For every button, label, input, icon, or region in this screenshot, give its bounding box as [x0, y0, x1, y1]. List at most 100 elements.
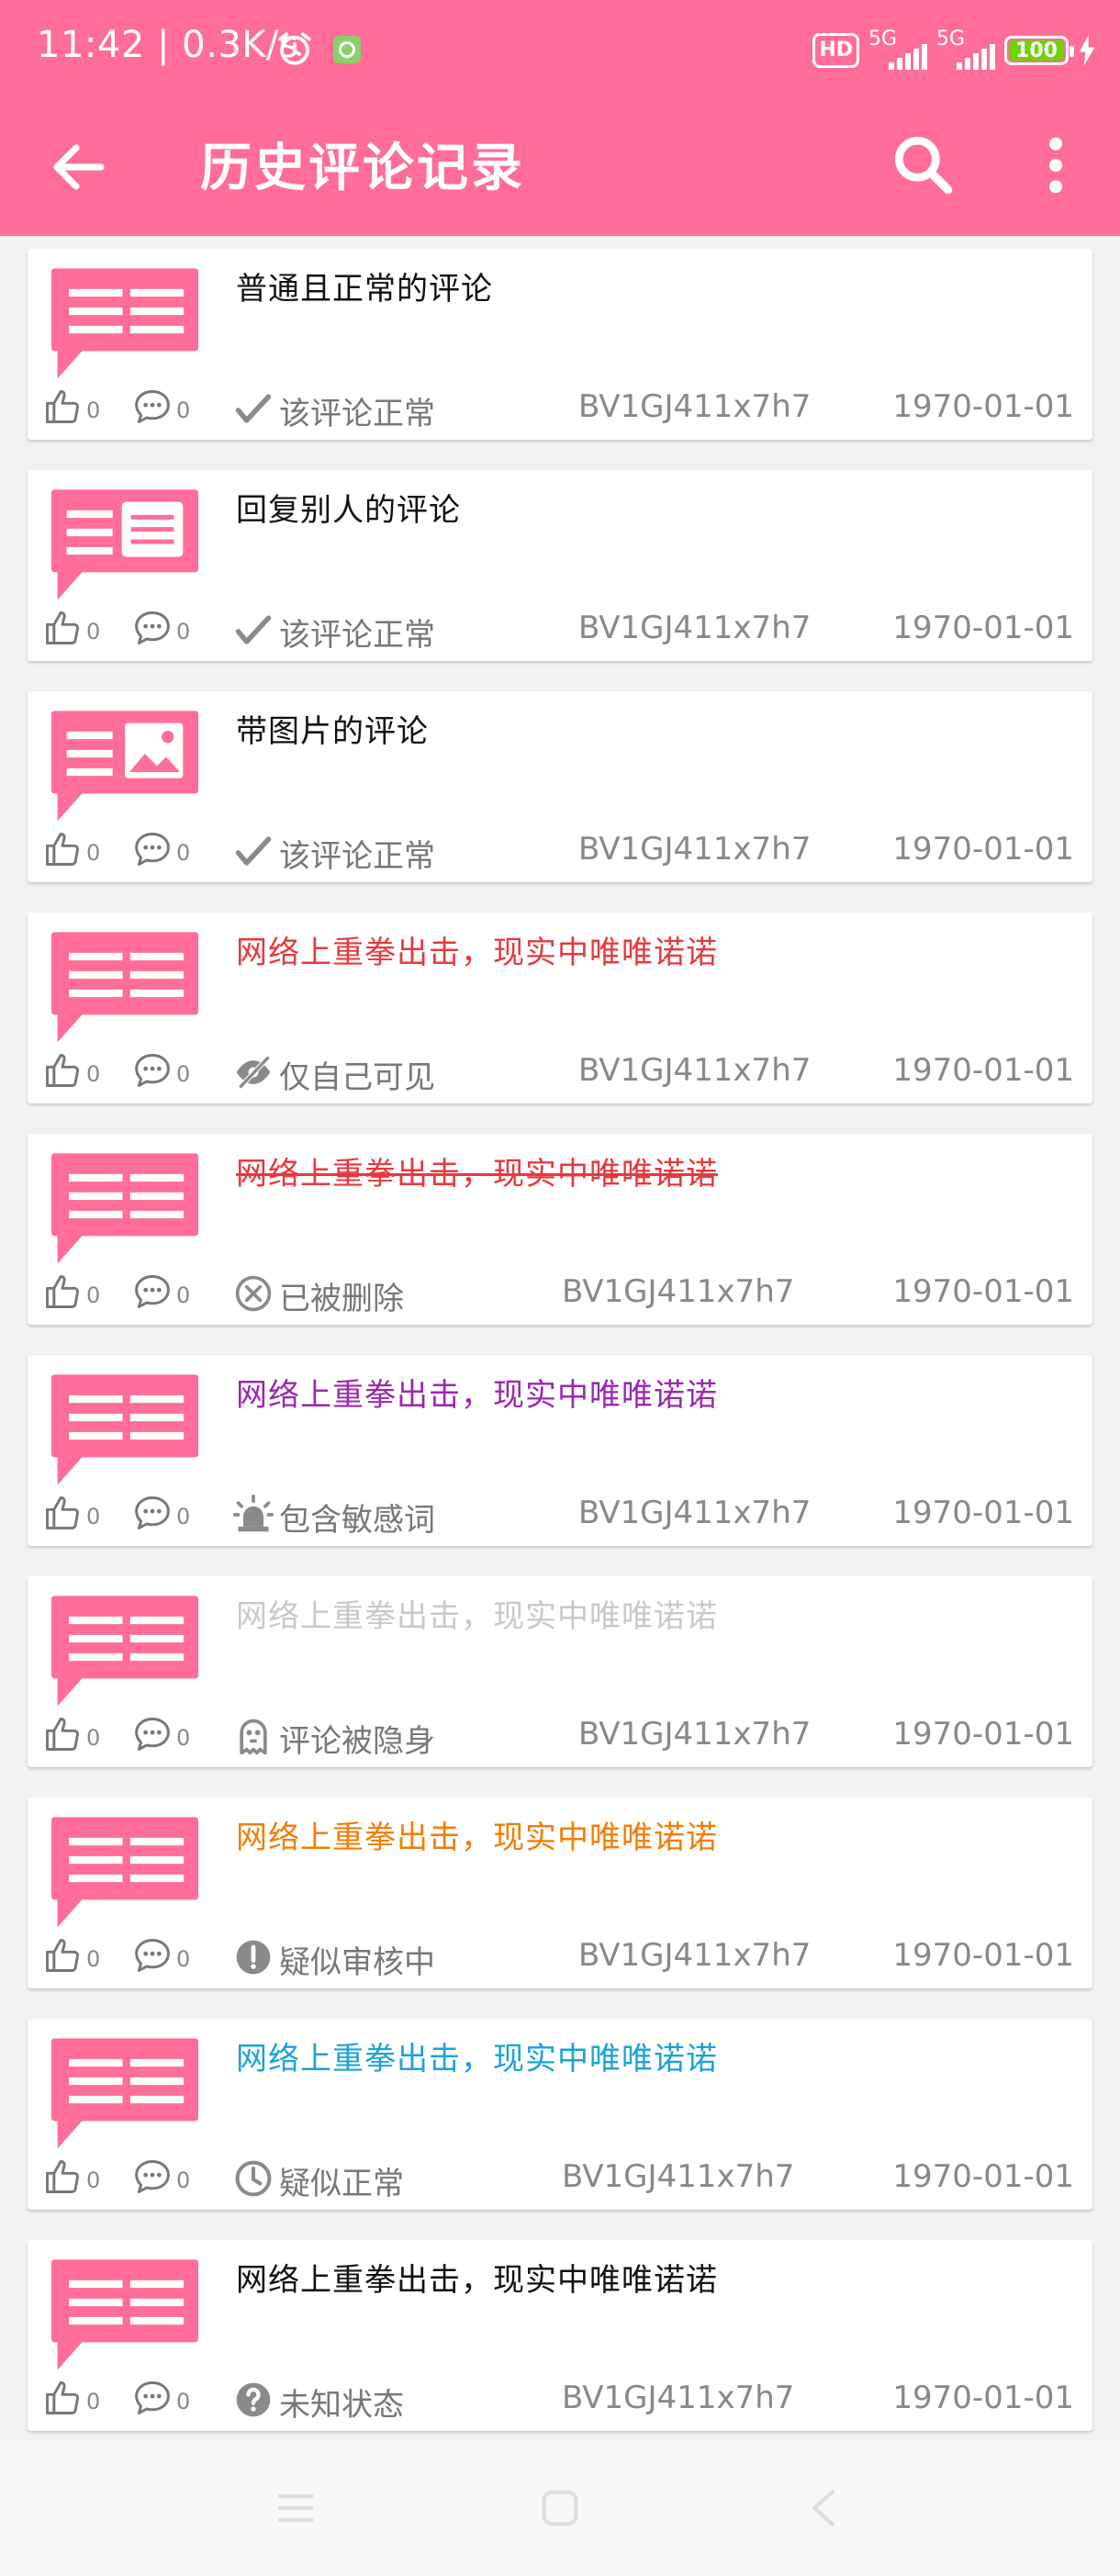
video-bvid[interactable]: BV1GJ411x7h7 [578, 1937, 811, 1974]
comment-type-list-icon [44, 1593, 206, 1712]
reply-count: 0 [176, 1282, 191, 1308]
comment-card[interactable]: 网络上重拳出击，现实中唯唯诺诺 0 0 包含敏感词 BV1GJ411x7h7 1970-0… [28, 1355, 1092, 1546]
hd-badge: HD [812, 33, 859, 68]
thumbs-up-icon[interactable] [42, 829, 83, 869]
comment-meta: 0 0 未知状态 BV1GJ411x7h7 1970-01-01 [42, 2376, 1089, 2424]
status-check-icon [233, 610, 274, 650]
video-bvid[interactable]: BV1GJ411x7h7 [578, 388, 811, 425]
signal-sim2-icon: 5G [936, 28, 995, 72]
thumbs-up-icon[interactable] [42, 386, 83, 427]
comment-meta: 0 0 该评论正常 BV1GJ411x7h7 1970-01-01 [42, 606, 1089, 654]
thumbs-up-icon[interactable] [42, 1493, 83, 1533]
comment-text: 回复别人的评论 [236, 492, 461, 529]
search-icon[interactable] [887, 129, 960, 202]
back-triangle-icon[interactable] [801, 2484, 848, 2532]
comment-card[interactable]: 回复别人的评论 0 0 该评论正常 BV1GJ411x7h7 1970-01-01 [28, 470, 1092, 661]
thumbs-up-icon[interactable] [42, 2378, 83, 2418]
thumbs-up-icon[interactable] [42, 1050, 83, 1091]
video-bvid[interactable]: BV1GJ411x7h7 [578, 1495, 811, 1531]
status-eye-off-icon [233, 1052, 274, 1092]
comment-card[interactable]: 普通且正常的评论 0 0 该评论正常 BV1GJ411x7h7 1970-01-01 [28, 249, 1092, 440]
thumbs-up-icon[interactable] [42, 608, 83, 648]
comment-card[interactable]: 带图片的评论 0 0 该评论正常 BV1GJ411x7h7 1970-01-01 [28, 691, 1092, 882]
arrow-left-icon[interactable] [46, 134, 112, 200]
reply-icon[interactable] [132, 829, 173, 869]
comment-date: 1970-01-01 [892, 1273, 1074, 1310]
comment-meta: 0 0 仅自己可见 BV1GJ411x7h7 1970-01-01 [42, 1048, 1089, 1096]
comment-type-list-icon [44, 1814, 206, 1933]
status-right: HD 5G 5G 100 [812, 28, 1096, 73]
reply-count: 0 [176, 2389, 191, 2414]
video-bvid[interactable]: BV1GJ411x7h7 [578, 1716, 811, 1753]
battery-icon: 100 [1004, 36, 1074, 65]
comment-text: 网络上重拳出击，现实中唯唯诺诺 [236, 1820, 718, 1856]
comment-type-image-icon [44, 708, 206, 827]
thumbs-up-icon[interactable] [42, 1271, 83, 1312]
comment-date: 1970-01-01 [892, 2158, 1074, 2195]
reply-count: 0 [176, 1725, 191, 1751]
menu-icon[interactable] [272, 2484, 319, 2532]
reply-count: 0 [176, 2167, 191, 2193]
reply-icon[interactable] [132, 608, 173, 648]
comment-date: 1970-01-01 [892, 1052, 1074, 1089]
status-text: 疑似正常 [279, 2166, 404, 2202]
comment-date: 1970-01-01 [892, 1937, 1074, 1974]
comment-text: 网络上重拳出击，现实中唯唯诺诺 [236, 1598, 718, 1635]
comment-meta: 0 0 已被删除 BV1GJ411x7h7 1970-01-01 [42, 1270, 1089, 1317]
comment-date: 1970-01-01 [892, 610, 1074, 646]
like-count: 0 [86, 1061, 101, 1087]
comment-text: 带图片的评论 [236, 713, 429, 750]
page-title: 历史评论记录 [200, 139, 525, 198]
comment-card[interactable]: 网络上重拳出击，现实中唯唯诺诺 0 0 评论被隐身 BV1GJ411x7h7 1970-0… [28, 1576, 1092, 1767]
comment-text: 普通且正常的评论 [236, 271, 493, 308]
comment-meta: 0 0 疑似正常 BV1GJ411x7h7 1970-01-01 [42, 2155, 1089, 2202]
video-bvid[interactable]: BV1GJ411x7h7 [578, 1052, 811, 1089]
reply-icon[interactable] [132, 1714, 173, 1754]
video-bvid[interactable]: BV1GJ411x7h7 [562, 1273, 794, 1310]
like-count: 0 [86, 840, 101, 866]
alarm-icon [278, 32, 311, 65]
status-text: 未知状态 [279, 2387, 404, 2424]
video-bvid[interactable]: BV1GJ411x7h7 [562, 2158, 794, 2195]
video-bvid[interactable]: BV1GJ411x7h7 [578, 610, 811, 646]
reply-icon[interactable] [132, 2156, 173, 2197]
video-bvid[interactable]: BV1GJ411x7h7 [562, 2380, 794, 2416]
reply-count: 0 [176, 619, 191, 644]
like-count: 0 [86, 1946, 101, 1972]
video-bvid[interactable]: BV1GJ411x7h7 [578, 831, 811, 868]
more-vertical-icon[interactable] [1019, 129, 1092, 202]
status-text: 该评论正常 [279, 838, 435, 875]
comment-type-list-icon [44, 2035, 206, 2155]
reply-icon[interactable] [132, 386, 173, 427]
like-count: 0 [86, 619, 101, 644]
reply-icon[interactable] [132, 1271, 173, 1312]
thumbs-up-icon[interactable] [42, 1935, 83, 1976]
comment-date: 1970-01-01 [892, 831, 1074, 868]
reply-icon[interactable] [132, 1050, 173, 1091]
home-square-icon[interactable] [536, 2484, 584, 2532]
comment-card[interactable]: 网络上重拳出击，现实中唯唯诺诺 0 0 疑似审核中 BV1GJ411x7h7 1970-0… [28, 1798, 1092, 1988]
thumbs-up-icon[interactable] [42, 2156, 83, 2197]
comment-meta: 0 0 该评论正常 BV1GJ411x7h7 1970-01-01 [42, 385, 1089, 432]
comment-meta: 0 0 疑似审核中 BV1GJ411x7h7 1970-01-01 [42, 1933, 1089, 1981]
thumbs-up-icon[interactable] [42, 1714, 83, 1754]
status-text: 已被删除 [279, 1281, 404, 1317]
reply-icon[interactable] [132, 1935, 173, 1976]
reply-icon[interactable] [132, 2378, 173, 2418]
status-clock-icon [233, 2158, 274, 2199]
comment-type-list-icon [44, 2257, 206, 2376]
like-count: 0 [86, 398, 101, 423]
comment-type-list-icon [44, 929, 206, 1048]
reply-icon[interactable] [132, 1493, 173, 1533]
like-count: 0 [86, 1504, 101, 1529]
comment-meta: 0 0 该评论正常 BV1GJ411x7h7 1970-01-01 [42, 827, 1089, 875]
app-bar: 11:42 | 0.3K/s HD 5G 5G 100 历史评论记录 [0, 0, 1120, 236]
status-text: 评论被隐身 [279, 1723, 435, 1760]
comment-card[interactable]: 网络上重拳出击，现实中唯唯诺诺 0 0 仅自己可见 BV1GJ411x7h7 1970-0… [28, 913, 1092, 1103]
system-navigation-bar [0, 2440, 1120, 2576]
comment-card[interactable]: 网络上重拳出击，现实中唯唯诺诺 0 0 已被删除 BV1GJ411x7h7 1970-01… [28, 1134, 1092, 1325]
comment-card[interactable]: 网络上重拳出击，现实中唯唯诺诺 0 0 疑似正常 BV1GJ411x7h7 1970-01… [28, 2019, 1092, 2210]
comment-card[interactable]: 网络上重拳出击，现实中唯唯诺诺 0 0 未知状态 BV1GJ411x7h7 1970-01… [28, 2240, 1092, 2431]
status-time: 11:42 | 0.3K/s [37, 24, 299, 66]
comment-text: 网络上重拳出击，现实中唯唯诺诺 [236, 2262, 718, 2299]
